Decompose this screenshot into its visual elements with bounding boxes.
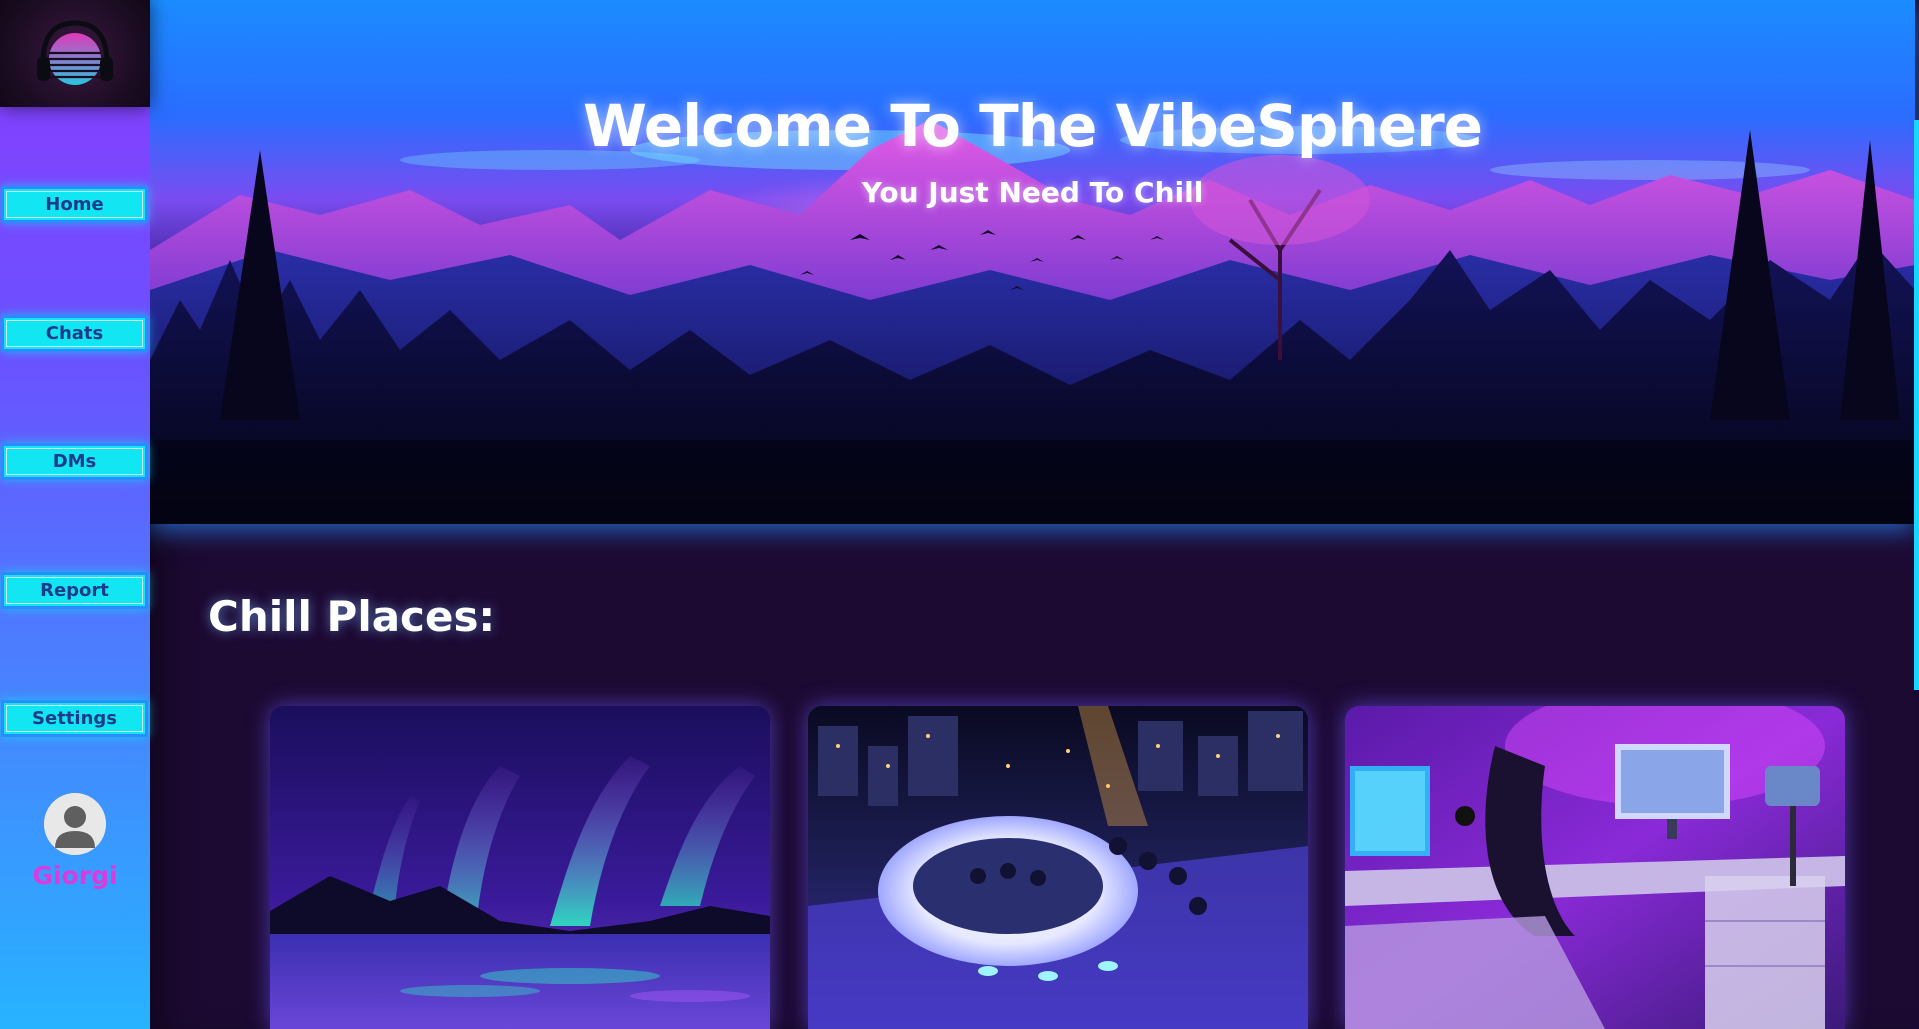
avatar[interactable]	[44, 793, 106, 855]
gaming-room-image	[1345, 706, 1845, 1029]
logo[interactable]	[0, 0, 150, 107]
place-card-rooftop-bar[interactable]	[808, 706, 1308, 1029]
sidebar-item-dms[interactable]: DMs	[1, 443, 148, 480]
sidebar-item-label: Chats	[45, 323, 104, 344]
app-root: Home Chats DMs Report Settings Giorgi We…	[0, 0, 1919, 1029]
headphones-logo-icon	[37, 19, 113, 85]
section-title: Chill Places:	[208, 592, 496, 641]
sidebar-item-chats[interactable]: Chats	[1, 315, 148, 352]
scrollbar[interactable]	[1914, 120, 1919, 690]
main-content: Chill Places:	[150, 524, 1915, 1029]
sidebar-item-label: Settings	[32, 708, 117, 729]
sidebar: Home Chats DMs Report Settings Giorgi	[0, 0, 150, 1029]
place-card-aurora[interactable]	[270, 706, 770, 1029]
user-name: Giorgi	[32, 861, 118, 890]
aurora-lake-image	[270, 706, 770, 1029]
sidebar-item-report[interactable]: Report	[1, 572, 148, 609]
rooftop-bar-image	[808, 706, 1308, 1029]
place-card-gaming-room[interactable]	[1345, 706, 1845, 1029]
sidebar-item-settings[interactable]: Settings	[1, 700, 148, 737]
sidebar-item-home[interactable]: Home	[1, 186, 148, 223]
mountain-landscape-image	[150, 0, 1915, 524]
sidebar-item-label: DMs	[52, 451, 97, 472]
sidebar-item-label: Home	[45, 194, 104, 215]
hero-title: Welcome To The VibeSphere	[582, 92, 1483, 160]
hero-subtitle: You Just Need To Chill	[861, 176, 1204, 209]
user-avatar-icon	[44, 793, 106, 855]
sidebar-item-label: Report	[40, 580, 109, 601]
hero-banner: Welcome To The VibeSphere You Just Need …	[150, 0, 1915, 524]
